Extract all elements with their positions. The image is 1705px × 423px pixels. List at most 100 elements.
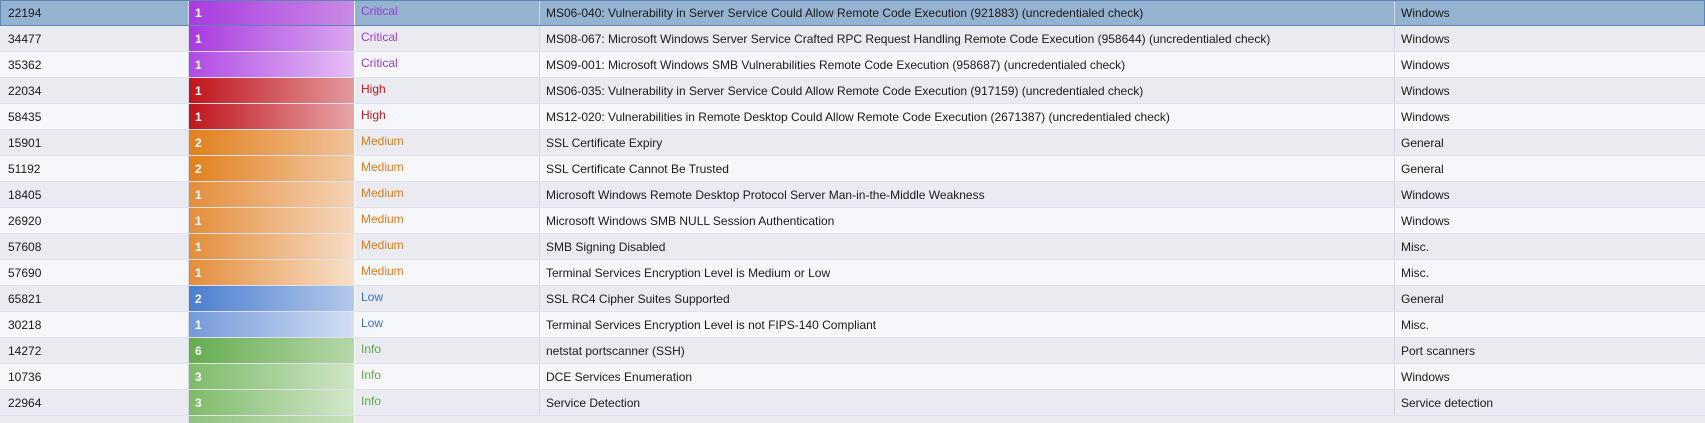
table-row-partial[interactable] xyxy=(0,416,1705,423)
plugin-family: Windows xyxy=(1401,83,1450,98)
severity-cell: Critical xyxy=(355,26,540,51)
severity-label: Low xyxy=(361,316,384,330)
count-value: 3 xyxy=(195,369,202,384)
severity-label: Info xyxy=(361,368,382,382)
plugin-id-cell: 22194 xyxy=(0,0,189,25)
count-bar-cell: 1 xyxy=(189,182,355,207)
severity-cell: Medium xyxy=(355,208,540,233)
plugin-id: 30218 xyxy=(8,317,42,332)
plugin-family: Port scanners xyxy=(1401,343,1476,358)
severity-label: Medium xyxy=(361,186,404,200)
plugin-family: Misc. xyxy=(1401,265,1429,280)
plugin-name-cell: SSL Certificate Cannot Be Trusted xyxy=(540,156,1395,181)
severity-cell: High xyxy=(355,104,540,129)
plugin-name-cell: Terminal Services Encryption Level is Me… xyxy=(540,260,1395,285)
severity-label: Medium xyxy=(361,212,404,226)
plugin-family-cell: Windows xyxy=(1395,0,1705,25)
count-value: 1 xyxy=(195,57,202,72)
plugin-id-cell: 30218 xyxy=(0,312,189,337)
table-row[interactable]: 51192 2 Medium SSL Certificate Cannot Be… xyxy=(0,156,1705,182)
plugin-id: 26920 xyxy=(8,213,42,228)
severity-label: Info xyxy=(361,394,382,408)
plugin-name: MS06-035: Vulnerability in Server Servic… xyxy=(546,83,1144,98)
severity-cell: Info xyxy=(355,390,540,415)
plugin-id: 14272 xyxy=(8,343,42,358)
severity-cell: Info xyxy=(355,364,540,389)
plugin-id: 51192 xyxy=(8,161,41,176)
plugin-name: SMB Signing Disabled xyxy=(546,239,666,254)
plugin-id-cell: 57608 xyxy=(0,234,189,259)
severity-cell: Medium xyxy=(355,260,540,285)
plugin-family-cell: Misc. xyxy=(1395,312,1705,337)
plugin-family-cell: Windows xyxy=(1395,52,1705,77)
severity-label: Critical xyxy=(361,30,398,44)
severity-cell: Info xyxy=(355,338,540,363)
plugin-family-cell: General xyxy=(1395,286,1705,311)
count-bar-cell: 6 xyxy=(189,338,355,363)
table-row[interactable]: 18405 1 Medium Microsoft Windows Remote … xyxy=(0,182,1705,208)
count-bar-cell: 1 xyxy=(189,234,355,259)
plugin-name: MS12-020: Vulnerabilities in Remote Desk… xyxy=(546,109,1170,124)
table-row[interactable]: 22034 1 High MS06-035: Vulnerability in … xyxy=(0,78,1705,104)
plugin-id: 58435 xyxy=(8,109,42,124)
count-value: 2 xyxy=(195,135,202,150)
plugin-family-cell: Port scanners xyxy=(1395,338,1705,363)
count-bar-cell: 1 xyxy=(189,0,355,25)
count-value: 1 xyxy=(195,187,202,202)
count-bar-cell: 3 xyxy=(189,390,355,415)
severity-label: Info xyxy=(361,342,382,356)
severity-cell: Low xyxy=(355,286,540,311)
table-row[interactable]: 34477 1 Critical MS08-067: Microsoft Win… xyxy=(0,26,1705,52)
severity-cell: Critical xyxy=(355,52,540,77)
plugin-name: Microsoft Windows Remote Desktop Protoco… xyxy=(546,187,985,202)
severity-cell: Critical xyxy=(355,0,540,25)
count-value: 1 xyxy=(195,5,202,20)
plugin-family: Windows xyxy=(1401,213,1450,228)
table-row[interactable]: 35362 1 Critical MS09-001: Microsoft Win… xyxy=(0,52,1705,78)
plugin-family-cell: Windows xyxy=(1395,26,1705,51)
count-bar-cell: 1 xyxy=(189,260,355,285)
plugin-name-cell: MS12-020: Vulnerabilities in Remote Desk… xyxy=(540,104,1395,129)
count-bar-cell: 1 xyxy=(189,78,355,103)
severity-cell: High xyxy=(355,78,540,103)
plugin-id: 22194 xyxy=(8,5,42,20)
plugin-family-cell: General xyxy=(1395,156,1705,181)
severity-label: Medium xyxy=(361,238,404,252)
plugin-name: MS06-040: Vulnerability in Server Servic… xyxy=(546,5,1144,20)
table-row[interactable]: 14272 6 Info netstat portscanner (SSH) P… xyxy=(0,338,1705,364)
table-row[interactable]: 58435 1 High MS12-020: Vulnerabilities i… xyxy=(0,104,1705,130)
plugin-family-cell: Windows xyxy=(1395,208,1705,233)
severity-label: High xyxy=(361,108,386,122)
plugin-family: Windows xyxy=(1401,57,1450,72)
plugin-family-cell: Service detection xyxy=(1395,390,1705,415)
plugin-id-cell: 10736 xyxy=(0,364,189,389)
table-row[interactable]: 30218 1 Low Terminal Services Encryption… xyxy=(0,312,1705,338)
plugin-id: 57690 xyxy=(8,265,42,280)
plugin-id-cell: 18405 xyxy=(0,182,189,207)
severity-cell: Low xyxy=(355,312,540,337)
table-row[interactable]: 26920 1 Medium Microsoft Windows SMB NUL… xyxy=(0,208,1705,234)
plugin-family: Windows xyxy=(1401,5,1450,20)
table-row[interactable]: 57690 1 Medium Terminal Services Encrypt… xyxy=(0,260,1705,286)
plugin-family-cell: Windows xyxy=(1395,364,1705,389)
severity-label: Critical xyxy=(361,56,398,70)
count-bar-cell: 2 xyxy=(189,130,355,155)
count-value: 2 xyxy=(195,161,202,176)
plugin-family-cell: Misc. xyxy=(1395,260,1705,285)
table-row[interactable]: 22964 3 Info Service Detection Service d… xyxy=(0,390,1705,416)
table-row[interactable]: 57608 1 Medium SMB Signing Disabled Misc… xyxy=(0,234,1705,260)
plugin-family: Windows xyxy=(1401,31,1450,46)
plugin-name-cell: MS08-067: Microsoft Windows Server Servi… xyxy=(540,26,1395,51)
plugin-family: Misc. xyxy=(1401,317,1429,332)
count-value: 1 xyxy=(195,31,202,46)
table-row[interactable]: 65821 2 Low SSL RC4 Cipher Suites Suppor… xyxy=(0,286,1705,312)
table-row[interactable]: 10736 3 Info DCE Services Enumeration Wi… xyxy=(0,364,1705,390)
table-row[interactable]: 22194 1 Critical MS06-040: Vulnerability… xyxy=(0,0,1705,26)
plugin-name: Terminal Services Encryption Level is no… xyxy=(546,317,877,332)
plugin-name: SSL Certificate Expiry xyxy=(546,135,663,150)
plugin-name: Service Detection xyxy=(546,395,641,410)
count-bar-cell: 3 xyxy=(189,364,355,389)
table-row[interactable]: 15901 2 Medium SSL Certificate Expiry Ge… xyxy=(0,130,1705,156)
count-value: 6 xyxy=(195,343,202,358)
plugin-name: SSL Certificate Cannot Be Trusted xyxy=(546,161,729,176)
